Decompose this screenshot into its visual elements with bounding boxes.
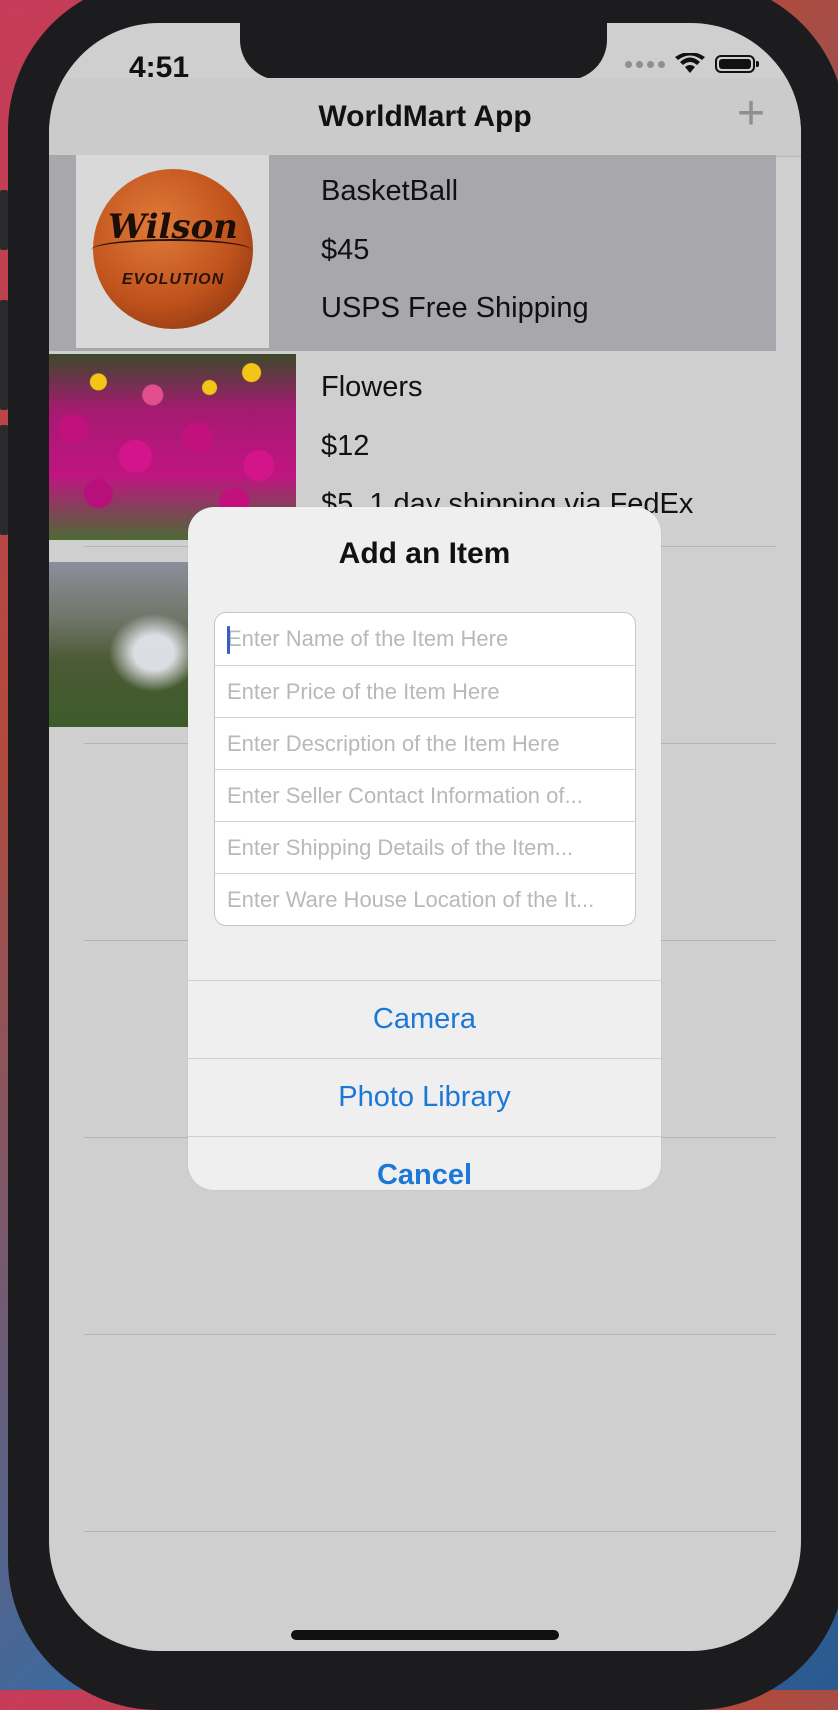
- item-name-input[interactable]: [215, 613, 635, 665]
- shipping-details-input[interactable]: [215, 822, 635, 873]
- alert-title: Add an Item: [338, 537, 511, 570]
- volume-up-button: [0, 300, 8, 410]
- warehouse-location-input[interactable]: [215, 874, 635, 925]
- warehouse-location-field[interactable]: [215, 873, 635, 925]
- seller-contact-input[interactable]: [215, 770, 635, 821]
- cancel-button[interactable]: Cancel: [188, 1136, 661, 1190]
- text-cursor: [227, 626, 230, 654]
- photo-library-button[interactable]: Photo Library: [188, 1058, 661, 1136]
- item-price-input[interactable]: [215, 666, 635, 717]
- item-name-field[interactable]: [215, 613, 635, 665]
- phone-screen: 4:51 WorldMart App + Wilson EVOLUTION Ba…: [49, 23, 801, 1651]
- add-item-alert: Add an Item Camera Photo L: [188, 507, 661, 1190]
- alert-actions: Camera Photo Library Cancel: [188, 980, 661, 1190]
- volume-down-button: [0, 425, 8, 535]
- item-description-input[interactable]: [215, 718, 635, 769]
- seller-contact-field[interactable]: [215, 769, 635, 821]
- item-price-field[interactable]: [215, 665, 635, 717]
- camera-button[interactable]: Camera: [188, 980, 661, 1058]
- home-indicator[interactable]: [291, 1630, 559, 1640]
- mute-switch: [0, 190, 8, 250]
- item-description-field[interactable]: [215, 717, 635, 769]
- shipping-details-field[interactable]: [215, 821, 635, 873]
- alert-text-fields: [214, 612, 636, 926]
